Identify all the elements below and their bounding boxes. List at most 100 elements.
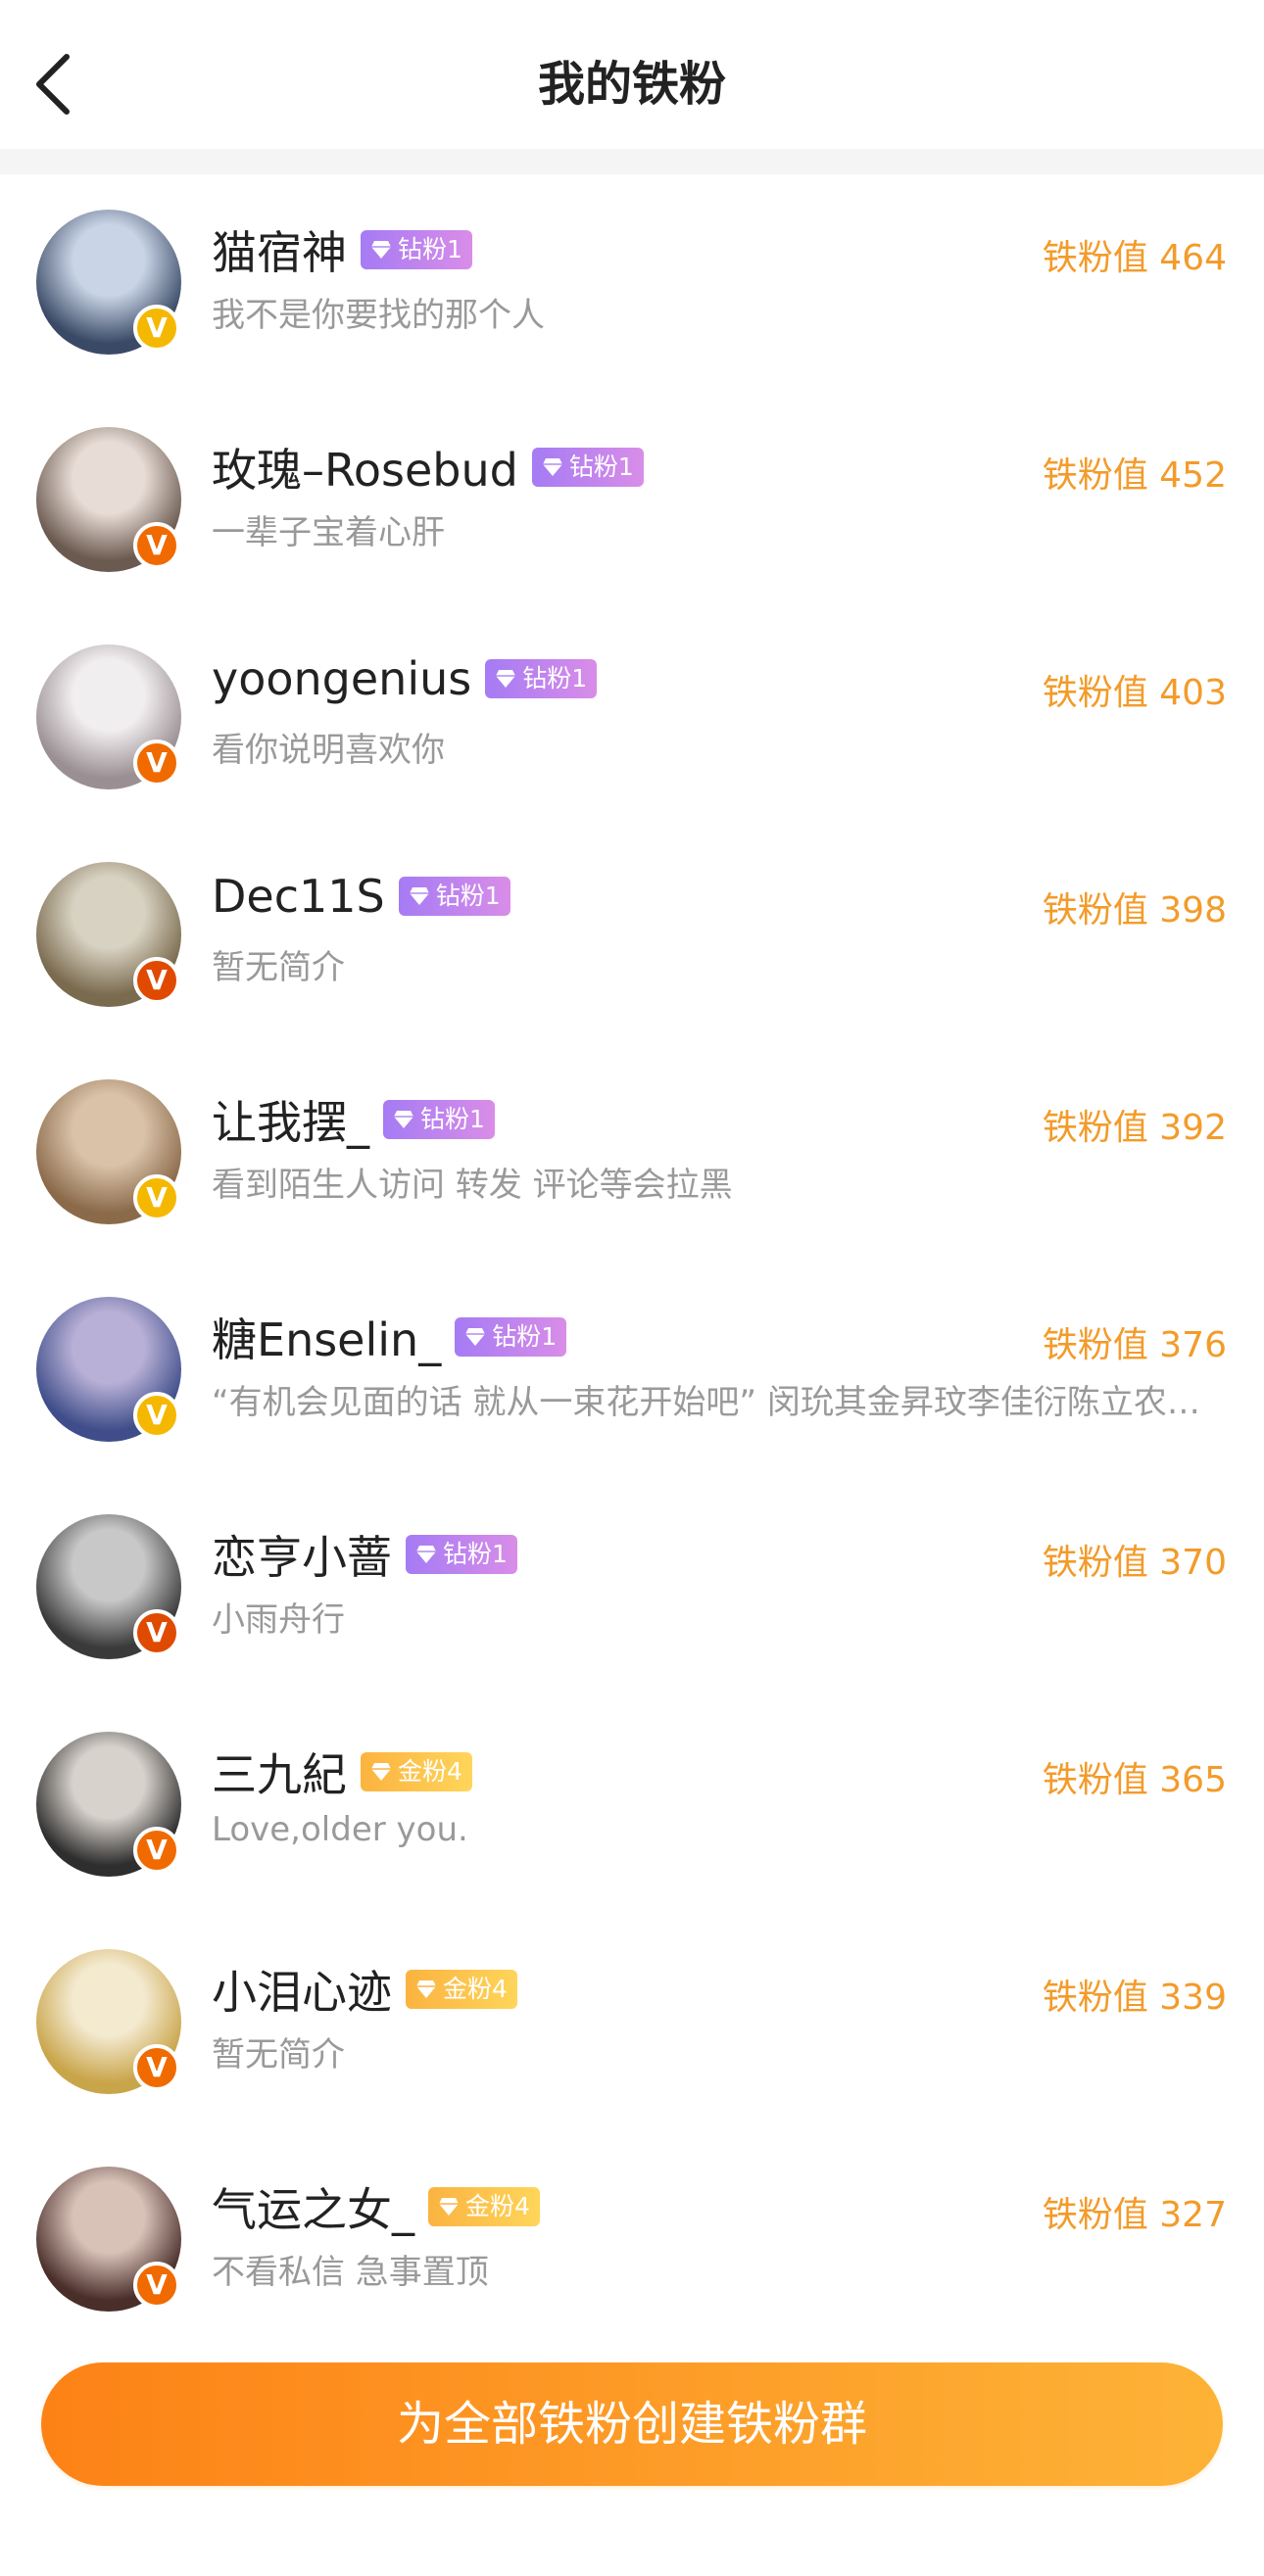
- fan-level-badge: 钻粉1: [485, 659, 598, 698]
- fan-level-badge: 金粉4: [406, 1970, 517, 2009]
- fan-value: 铁粉值 327: [1043, 2186, 1227, 2237]
- fan-list-item[interactable]: V 三九紀 金粉4 Love,older you. 铁粉值 365: [0, 1696, 1264, 1914]
- gold-gem-icon: [439, 2198, 459, 2216]
- fan-list-item[interactable]: V 气运之女_ 金粉4 不看私信 急事置顶 铁粉值 327: [0, 2131, 1264, 2349]
- fan-bio: 暂无简介: [212, 2035, 345, 2075]
- gold-gem-icon: [416, 1980, 436, 1998]
- fan-level-badge: 钻粉1: [406, 1535, 517, 1574]
- fan-level-label: 钻粉1: [398, 235, 462, 263]
- fan-level-label: 金粉4: [443, 1975, 508, 2003]
- fan-level-badge: 钻粉1: [383, 1100, 495, 1139]
- fan-value-prefix: 铁粉值: [1042, 238, 1148, 278]
- fan-level-badge: 钻粉1: [361, 230, 472, 269]
- fan-value: 铁粉值 370: [1043, 1534, 1227, 1585]
- fan-list-item[interactable]: V 恋亨小蔷 钻粉1 小雨舟行 铁粉值 370: [0, 1479, 1264, 1696]
- diamond-gem-icon: [496, 670, 516, 688]
- fan-level-badge: 钻粉1: [455, 1317, 567, 1357]
- diamond-gem-icon: [394, 1111, 413, 1128]
- fan-bio: 看到陌生人访问 转发 评论等会拉黑: [212, 1166, 733, 1205]
- fan-bio: 暂无简介: [212, 948, 345, 987]
- fan-name: 玫瑰–Rosebud: [212, 444, 518, 497]
- fan-name: 气运之女_: [212, 2183, 414, 2236]
- fan-level-label: 钻粉1: [420, 1105, 485, 1133]
- fan-level-label: 钻粉1: [522, 664, 588, 692]
- verified-v-icon: V: [133, 2262, 180, 2309]
- fan-list-item[interactable]: V 糖Enselin_ 钻粉1 “有机会见面的话 就从一束花开始吧” 闵玧其金昇…: [0, 1262, 1264, 1479]
- page-title: 我的铁粉: [537, 57, 726, 112]
- fan-value-prefix: 铁粉值: [1042, 2195, 1148, 2235]
- fan-value-number: 339: [1159, 1978, 1227, 2018]
- verified-v-icon: V: [133, 2044, 180, 2091]
- fan-value-number: 464: [1159, 238, 1227, 278]
- fan-list-item[interactable]: V 玫瑰–Rosebud 钻粉1 一辈子宝着心肝 铁粉值 452: [0, 392, 1264, 609]
- fan-name-line: 气运之女_ 金粉4: [212, 2174, 540, 2239]
- fan-list: V 猫宿神 钻粉1 我不是你要找的那个人 铁粉值 464 V 玫瑰–Rosebu…: [0, 174, 1264, 2349]
- fan-name-line: 三九紀 金粉4: [212, 1740, 472, 1804]
- diamond-gem-icon: [371, 241, 391, 259]
- fan-value: 铁粉值 365: [1043, 1751, 1227, 1802]
- fan-value-number: 392: [1159, 1108, 1227, 1148]
- verified-v-icon: V: [133, 1392, 180, 1439]
- fan-name-line: 玫瑰–Rosebud 钻粉1: [212, 435, 644, 500]
- fan-bio: “有机会见面的话 就从一束花开始吧” 闵玧其金昇玟李佳衍陈立农钱锟: [212, 1383, 1221, 1422]
- fan-level-label: 金粉4: [465, 2192, 530, 2220]
- fan-level-label: 钻粉1: [492, 1322, 558, 1351]
- fan-list-item[interactable]: V 让我摆_ 钻粉1 看到陌生人访问 转发 评论等会拉黑 铁粉值 392: [0, 1044, 1264, 1262]
- fan-value-number: 376: [1159, 1325, 1227, 1365]
- gold-gem-icon: [371, 1763, 391, 1781]
- fan-value: 铁粉值 403: [1043, 664, 1227, 715]
- diamond-gem-icon: [409, 887, 429, 905]
- top-nav-bar: 我的铁粉: [0, 0, 1264, 150]
- fan-value: 铁粉值 464: [1043, 229, 1227, 280]
- fan-name-line: yoongenius 钻粉1: [212, 652, 598, 705]
- fan-value: 铁粉值 339: [1043, 1969, 1227, 2020]
- fan-value-prefix: 铁粉值: [1042, 673, 1148, 713]
- fan-level-badge: 金粉4: [428, 2187, 540, 2226]
- verified-v-icon: V: [133, 305, 180, 352]
- fan-name: Dec11S: [212, 870, 385, 923]
- fan-bio: 我不是你要找的那个人: [212, 296, 545, 335]
- fan-name: 恋亨小蔷: [212, 1531, 392, 1584]
- fan-name: 三九紀: [212, 1748, 347, 1801]
- fan-name-line: 小泪心迹 金粉4: [212, 1957, 517, 2022]
- verified-v-icon: V: [133, 1174, 180, 1221]
- fan-value-number: 327: [1159, 2195, 1227, 2235]
- fan-level-label: 钻粉1: [443, 1540, 508, 1568]
- fan-value: 铁粉值 398: [1043, 882, 1227, 932]
- fan-value-prefix: 铁粉值: [1042, 1108, 1148, 1148]
- fan-level-label: 金粉4: [398, 1757, 462, 1786]
- diamond-gem-icon: [465, 1328, 486, 1346]
- fan-level-label: 钻粉1: [568, 453, 634, 481]
- fan-name-line: 恋亨小蔷 钻粉1: [212, 1522, 517, 1587]
- fan-value-number: 403: [1159, 673, 1227, 713]
- diamond-gem-icon: [416, 1546, 436, 1563]
- fan-list-item[interactable]: V yoongenius 钻粉1 看你说明喜欢你 铁粉值 403: [0, 609, 1264, 827]
- fan-bio: 一辈子宝着心肝: [212, 513, 445, 552]
- fan-list-item[interactable]: V 猫宿神 钻粉1 我不是你要找的那个人 铁粉值 464: [0, 174, 1264, 392]
- fan-list-item[interactable]: V 小泪心迹 金粉4 暂无简介 铁粉值 339: [0, 1914, 1264, 2131]
- fan-bio: Love,older you.: [212, 1810, 468, 1849]
- fan-level-badge: 钻粉1: [398, 877, 510, 916]
- fan-value: 铁粉值 452: [1043, 447, 1227, 498]
- fan-level-label: 钻粉1: [435, 882, 501, 910]
- fan-value: 铁粉值 376: [1043, 1316, 1227, 1367]
- fan-name: 猫宿神: [212, 226, 347, 279]
- fan-name-line: 猫宿神 钻粉1: [212, 217, 472, 282]
- fan-value-number: 398: [1159, 890, 1227, 930]
- fan-list-item[interactable]: V Dec11S 钻粉1 暂无简介 铁粉值 398: [0, 827, 1264, 1044]
- verified-v-icon: V: [133, 957, 180, 1004]
- fan-name-line: 让我摆_ 钻粉1: [212, 1087, 495, 1152]
- fan-bio: 看你说明喜欢你: [212, 731, 445, 770]
- fan-value-number: 370: [1159, 1543, 1227, 1583]
- verified-v-icon: V: [133, 522, 180, 569]
- verified-v-icon: V: [133, 1609, 180, 1656]
- diamond-gem-icon: [542, 458, 562, 476]
- fan-value: 铁粉值 392: [1043, 1099, 1227, 1150]
- create-fan-group-button[interactable]: 为全部铁粉创建铁粉群: [41, 2362, 1223, 2486]
- fan-name-line: 糖Enselin_ 钻粉1: [212, 1305, 567, 1369]
- fan-value-prefix: 铁粉值: [1042, 890, 1148, 930]
- fan-level-badge: 金粉4: [361, 1752, 472, 1791]
- fan-name: yoongenius: [212, 652, 472, 705]
- fan-bio: 不看私信 急事置顶: [212, 2253, 489, 2292]
- fan-value-prefix: 铁粉值: [1042, 1325, 1148, 1365]
